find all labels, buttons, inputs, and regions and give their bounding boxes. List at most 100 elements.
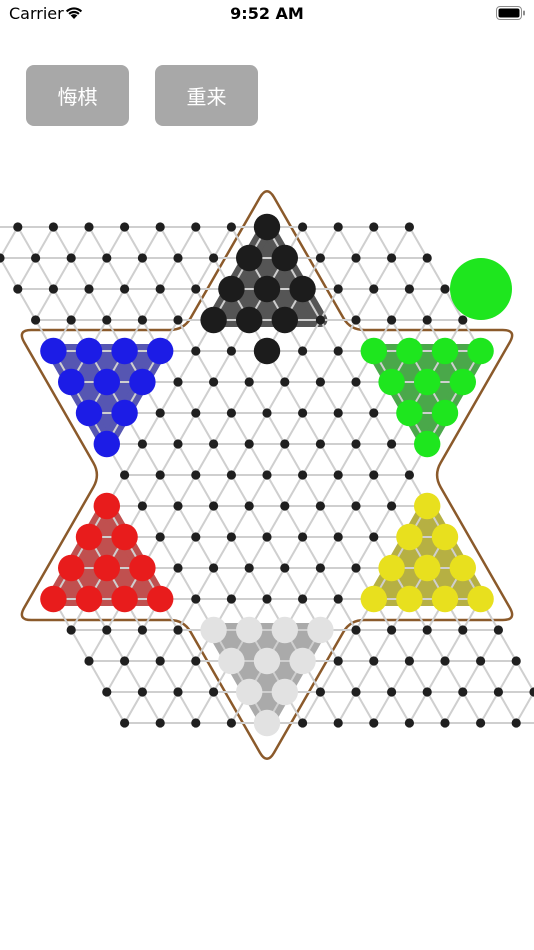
board-hole[interactable] <box>333 470 343 480</box>
white-piece[interactable] <box>307 616 334 644</box>
red-piece[interactable] <box>111 523 138 551</box>
board-hole[interactable] <box>351 563 361 573</box>
board-hole[interactable] <box>137 687 147 697</box>
board-hole[interactable] <box>351 625 361 635</box>
board-hole[interactable] <box>404 656 414 666</box>
board-hole[interactable] <box>298 470 308 480</box>
black-piece[interactable] <box>253 275 281 303</box>
board-hole[interactable] <box>404 284 414 294</box>
white-piece[interactable] <box>200 616 227 644</box>
board-hole[interactable] <box>351 687 361 697</box>
board-hole[interactable] <box>120 284 130 294</box>
board-hole[interactable] <box>155 656 165 666</box>
board-hole[interactable] <box>226 718 236 728</box>
board-hole[interactable] <box>315 315 325 325</box>
board-hole[interactable] <box>173 377 183 387</box>
board-hole[interactable] <box>440 284 450 294</box>
board-hole[interactable] <box>440 656 450 666</box>
board-hole[interactable] <box>298 594 308 604</box>
red-piece[interactable] <box>93 492 121 520</box>
black-piece[interactable] <box>253 213 281 241</box>
board-hole[interactable] <box>333 284 343 294</box>
board-hole[interactable] <box>476 656 486 666</box>
board-hole[interactable] <box>191 284 201 294</box>
board-hole[interactable] <box>226 222 236 232</box>
green-piece[interactable] <box>431 399 459 427</box>
red-piece[interactable] <box>40 585 67 613</box>
board-hole[interactable] <box>404 470 414 480</box>
board-hole[interactable] <box>333 346 343 356</box>
board-hole[interactable] <box>351 377 361 387</box>
yellow-piece[interactable] <box>431 585 459 613</box>
blue-piece[interactable] <box>57 368 85 396</box>
black-piece[interactable] <box>200 306 227 334</box>
board-hole[interactable] <box>493 687 503 697</box>
board-hole[interactable] <box>66 253 76 263</box>
board-hole[interactable] <box>191 470 201 480</box>
board-hole[interactable] <box>369 408 379 418</box>
board-hole[interactable] <box>333 656 343 666</box>
red-piece[interactable] <box>147 585 174 613</box>
green-piece[interactable] <box>431 337 459 365</box>
board-hole[interactable] <box>120 718 130 728</box>
board-hole[interactable] <box>458 687 468 697</box>
yellow-piece[interactable] <box>467 585 494 613</box>
red-piece[interactable] <box>75 585 103 613</box>
board-hole[interactable] <box>226 408 236 418</box>
board-hole[interactable] <box>84 284 94 294</box>
board-hole[interactable] <box>262 594 272 604</box>
board-hole[interactable] <box>387 253 397 263</box>
board-hole[interactable] <box>369 656 379 666</box>
red-piece[interactable] <box>93 554 121 582</box>
white-piece[interactable] <box>236 678 263 706</box>
board-hole[interactable] <box>84 222 94 232</box>
board-hole[interactable] <box>387 439 397 449</box>
board-hole[interactable] <box>458 315 468 325</box>
black-piece[interactable] <box>271 306 298 334</box>
board-hole[interactable] <box>511 718 521 728</box>
green-piece[interactable] <box>414 430 441 458</box>
board-hole[interactable] <box>244 377 254 387</box>
board-hole[interactable] <box>48 284 59 294</box>
board-hole[interactable] <box>102 253 112 263</box>
board-hole[interactable] <box>333 718 343 728</box>
red-piece[interactable] <box>57 554 85 582</box>
board-hole[interactable] <box>369 470 379 480</box>
black-piece[interactable] <box>236 244 263 272</box>
board-hole[interactable] <box>404 222 414 232</box>
board-hole[interactable] <box>209 687 219 697</box>
red-piece[interactable] <box>75 523 103 551</box>
board-hole[interactable] <box>155 222 165 232</box>
board-hole[interactable] <box>226 470 236 480</box>
board-hole[interactable] <box>315 501 325 511</box>
board-hole[interactable] <box>0 253 5 263</box>
blue-piece[interactable] <box>147 337 174 365</box>
yellow-piece[interactable] <box>414 492 441 520</box>
board-hole[interactable] <box>440 718 450 728</box>
board-hole[interactable] <box>191 222 201 232</box>
red-piece[interactable] <box>111 585 138 613</box>
board-hole[interactable] <box>529 687 534 697</box>
board-hole[interactable] <box>226 346 236 356</box>
board-hole[interactable] <box>280 377 290 387</box>
white-piece[interactable] <box>271 616 298 644</box>
board-hole[interactable] <box>173 625 183 635</box>
white-piece[interactable] <box>289 647 316 675</box>
white-piece[interactable] <box>271 678 298 706</box>
blue-piece[interactable] <box>75 337 103 365</box>
board-hole[interactable] <box>155 408 165 418</box>
red-piece[interactable] <box>129 554 156 582</box>
board-hole[interactable] <box>209 377 219 387</box>
board-hole[interactable] <box>173 315 183 325</box>
green-piece[interactable] <box>467 337 494 365</box>
board-hole[interactable] <box>226 532 236 542</box>
green-piece[interactable] <box>414 368 441 396</box>
board-hole[interactable] <box>422 315 432 325</box>
board-hole[interactable] <box>369 284 379 294</box>
board-hole[interactable] <box>30 315 41 325</box>
board-hole[interactable] <box>244 563 254 573</box>
board-hole[interactable] <box>387 315 397 325</box>
black-piece[interactable] <box>253 337 281 365</box>
board-hole[interactable] <box>66 315 76 325</box>
board-hole[interactable] <box>262 470 272 480</box>
